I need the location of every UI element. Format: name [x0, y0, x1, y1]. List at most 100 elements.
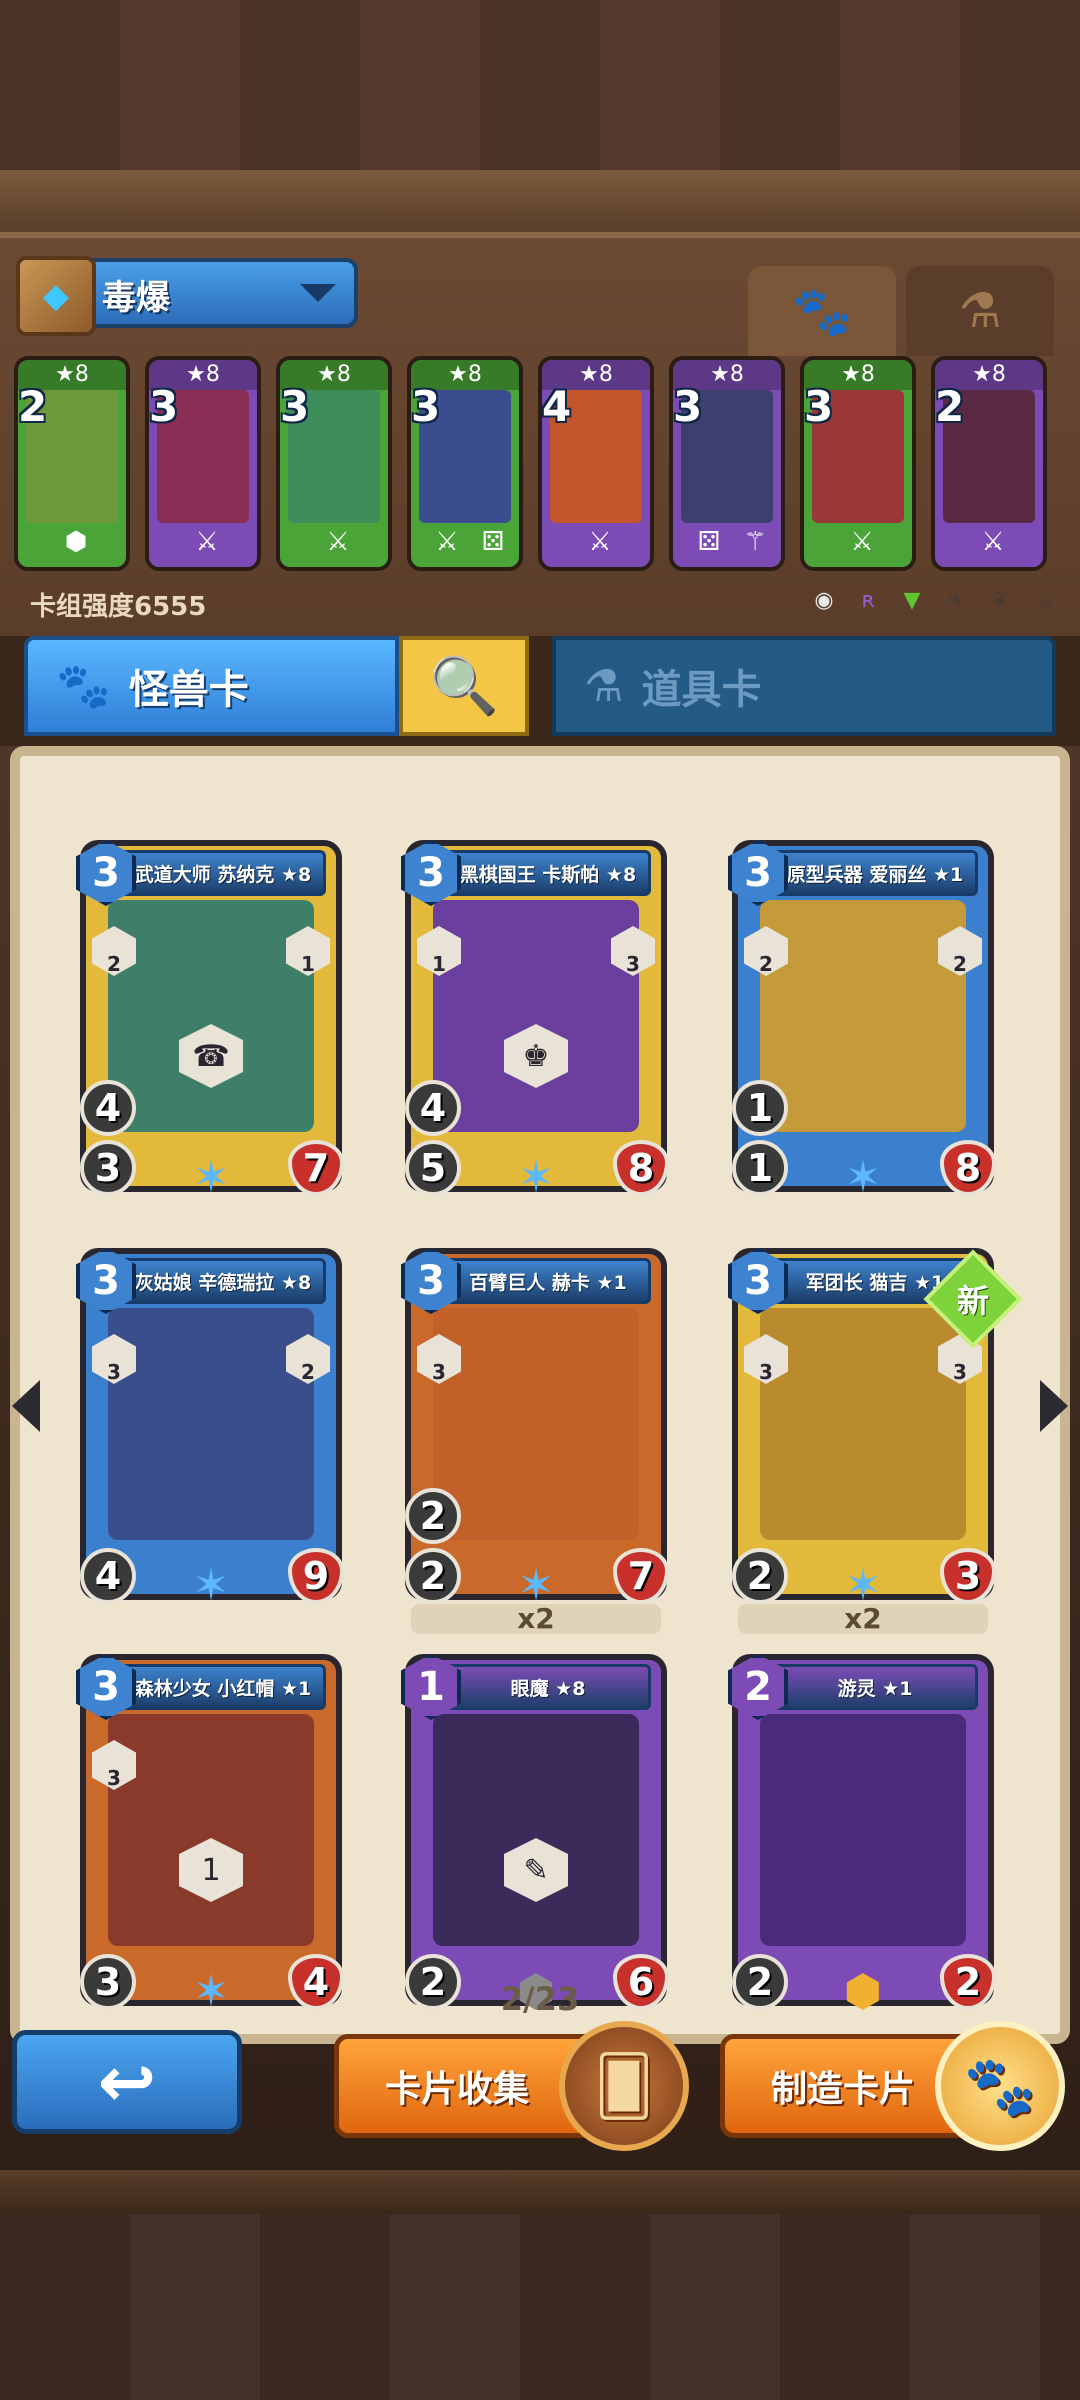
card-art [760, 900, 966, 1132]
card-rarity-gem-icon: ✶ [192, 1151, 230, 1203]
card-health: 8 [613, 1140, 669, 1196]
card-health: 7 [288, 1140, 344, 1196]
card-cost: 4 [542, 382, 572, 431]
paw-icon: 🐾 [792, 283, 852, 340]
card-art [433, 1714, 639, 1946]
search-button[interactable]: 🔍 [399, 636, 529, 736]
card-ability-icon: ⚄ [697, 527, 721, 557]
deck-card[interactable]: ★8 4 ⚔ [538, 356, 654, 571]
back-arrow-icon: ↩ [97, 2041, 157, 2123]
dark-leaf-icon[interactable]: ❧ [940, 584, 972, 616]
card-name: 灰姑娘 辛德瑞拉 ★8 [120, 1258, 326, 1304]
paw-icon: 🐾 [56, 661, 111, 712]
paw-jar-icon: 🐾 [935, 2021, 1065, 2151]
card-deck-icon: 🂠 [559, 2021, 689, 2151]
collection-card[interactable]: 百臂巨人 赫卡 ★1 3 2 7 ✶ 2 3 [401, 1248, 669, 1611]
category-tabs: 🐾 怪兽卡 🔍 ⚗ 道具卡 [0, 636, 1080, 746]
collection-card[interactable]: 原型兵器 爱丽丝 ★1 3 1 8 ✶ 1 2 2 [728, 840, 996, 1203]
top-wood-frame [0, 0, 1080, 230]
card-art [760, 1714, 966, 1946]
chevron-down-icon [300, 284, 336, 302]
prev-page-arrow[interactable] [12, 1380, 40, 1432]
card-ability-icon: ⚔ [326, 527, 350, 557]
collection-card[interactable]: 黑棋国王 卡斯帕 ★8 3 5 8 ✶ 4 ♚ 1 3 [401, 840, 669, 1203]
potion-icon: ⚗ [584, 660, 624, 712]
next-page-arrow[interactable] [1040, 1380, 1068, 1432]
tab-item-cards[interactable]: ⚗ 道具卡 [552, 636, 1056, 736]
card-cost: 3 [280, 382, 310, 431]
deck-filter-icons: ◉ ʀ ▼ ❧ ❦ ♨ [808, 584, 1060, 616]
card-cost: 3 [149, 382, 179, 431]
card-collection-board: 武道大师 苏纳克 ★8 3 3 7 ✶ 4 ☎ 2 1 黑棋国王 卡斯帕 ★8 3 5 8 ✶ 4 ♚ 1 3 原型… [10, 746, 1070, 2044]
deck-card[interactable]: ★8 3 ⚄ ⚚ [669, 356, 785, 571]
collection-card[interactable]: 游灵 ★1 2 2 2 ⬢ [728, 1654, 996, 2017]
collection-card[interactable]: 灰姑娘 辛德瑞拉 ★8 3 4 9 ✶ 3 2 [76, 1248, 344, 1611]
deck-selector-dropdown[interactable]: ◆ 毒爆 [16, 256, 358, 336]
ring-icon[interactable]: ◉ [808, 584, 840, 616]
card-ability-icon: ⚔ [850, 527, 874, 557]
card-attack: 1 [732, 1140, 788, 1196]
card-copies-badge: x2 [738, 1604, 988, 1634]
back-button[interactable]: ↩ [12, 2030, 242, 2134]
card-art [108, 900, 314, 1132]
card-ability-icon: ⚄ [481, 527, 505, 557]
collection-card[interactable]: 军团长 猫吉 ★1 3 2 3 ✶ 3 3 新 [728, 1248, 1023, 1611]
craft-card-button[interactable]: 制造卡片 🐾 [720, 2021, 1065, 2151]
card-art [433, 1308, 639, 1540]
deck-card[interactable]: ★8 3 ⚔ [276, 356, 392, 571]
deck-card[interactable]: ★8 3 ⚔ [145, 356, 261, 571]
card-name: 百臂巨人 赫卡 ★1 [445, 1258, 651, 1304]
card-speed: 4 [405, 1080, 461, 1136]
deck-tab-monsters[interactable]: 🐾 [748, 266, 896, 356]
tab-monster-label: 怪兽卡 [128, 667, 249, 713]
card-cost: 2 [935, 382, 965, 431]
card-speed: 4 [80, 1080, 136, 1136]
deck-card[interactable]: ★8 2 ⬢ [14, 356, 130, 571]
card-name: 原型兵器 爱丽丝 ★1 [772, 850, 978, 896]
card-cost: 3 [804, 382, 834, 431]
search-icon: 🔍 [429, 654, 499, 719]
card-ability-icon: ⚔ [588, 527, 612, 557]
card-copies-badge: x2 [411, 1604, 661, 1634]
deck-card-row: ★8 2 ⬢ ★8 3 ⚔ ★8 3 ⚔ ★8 3 ⚔ ⚄ ★8 4 ⚔ ★8 3 ⚄ ⚚ ★8 3 ⚔ ★8 2 ⚔ [14, 356, 1066, 576]
card-name: 森林少女 小红帽 ★1 [120, 1664, 326, 1710]
deck-name: 毒爆 [102, 278, 170, 318]
tab-monster-cards[interactable]: 🐾 怪兽卡 [24, 636, 399, 736]
card-cost: 3 [411, 382, 441, 431]
card-name: 武道大师 苏纳克 ★8 [120, 850, 326, 896]
deck-tab-items[interactable]: ⚗ [906, 266, 1054, 356]
card-cost: 2 [18, 382, 48, 431]
card-art [108, 1308, 314, 1540]
collection-card[interactable]: 武道大师 苏纳克 ★8 3 3 7 ✶ 4 ☎ 2 1 [76, 840, 344, 1203]
card-name: 游灵 ★1 [772, 1664, 978, 1710]
card-collection-label: 卡片收集 [385, 2069, 530, 2110]
card-attack: 5 [405, 1140, 461, 1196]
card-ability-icon: ⚔ [435, 527, 459, 557]
card-attack: 3 [80, 1140, 136, 1196]
card-speed: 2 [405, 1488, 461, 1544]
card-health: 7 [613, 1548, 669, 1604]
page-indicator: 2/23 [500, 1980, 580, 2018]
card-ability-icon: ⬢ [64, 527, 88, 557]
tab-item-label: 道具卡 [641, 667, 762, 713]
card-ability-icon: ⚚ [743, 527, 767, 557]
deck-card[interactable]: ★8 3 ⚔ ⚄ [407, 356, 523, 571]
collection-card[interactable]: 眼魔 ★8 1 2 6 ⬢ ✎ [401, 1654, 669, 2017]
deck-card[interactable]: ★8 3 ⚔ [800, 356, 916, 571]
green-drop-icon[interactable]: ▼ [896, 584, 928, 616]
dark-horn-icon[interactable]: ❦ [984, 584, 1016, 616]
card-name: 黑棋国王 卡斯帕 ★8 [445, 850, 651, 896]
card-health: 3 [940, 1548, 996, 1604]
deck-book-icon: ◆ [16, 256, 96, 336]
card-rarity-gem-icon: ✶ [517, 1151, 555, 1203]
deck-card[interactable]: ★8 2 ⚔ [931, 356, 1047, 571]
collection-card[interactable]: 森林少女 小红帽 ★1 3 3 4 ✶ 1 3 [76, 1654, 344, 2017]
card-ability-icon: ⚔ [981, 527, 1005, 557]
card-attack: 4 [80, 1548, 136, 1604]
card-cost: 3 [673, 382, 703, 431]
card-collection-button[interactable]: 卡片收集 🂠 [334, 2021, 689, 2151]
deck-panel: ◆ 毒爆 🐾 ⚗ ★8 2 ⬢ ★8 3 ⚔ ★8 3 ⚔ ★8 3 ⚔ ⚄ ★8 4 ⚔ ★8 3 ⚄ ⚚ ★8 3 ⚔ ★… [0, 232, 1080, 644]
bottom-wood-frame [0, 2170, 1080, 2400]
dark-flame-icon[interactable]: ♨ [1028, 584, 1060, 616]
purple-rune-icon[interactable]: ʀ [852, 584, 884, 616]
